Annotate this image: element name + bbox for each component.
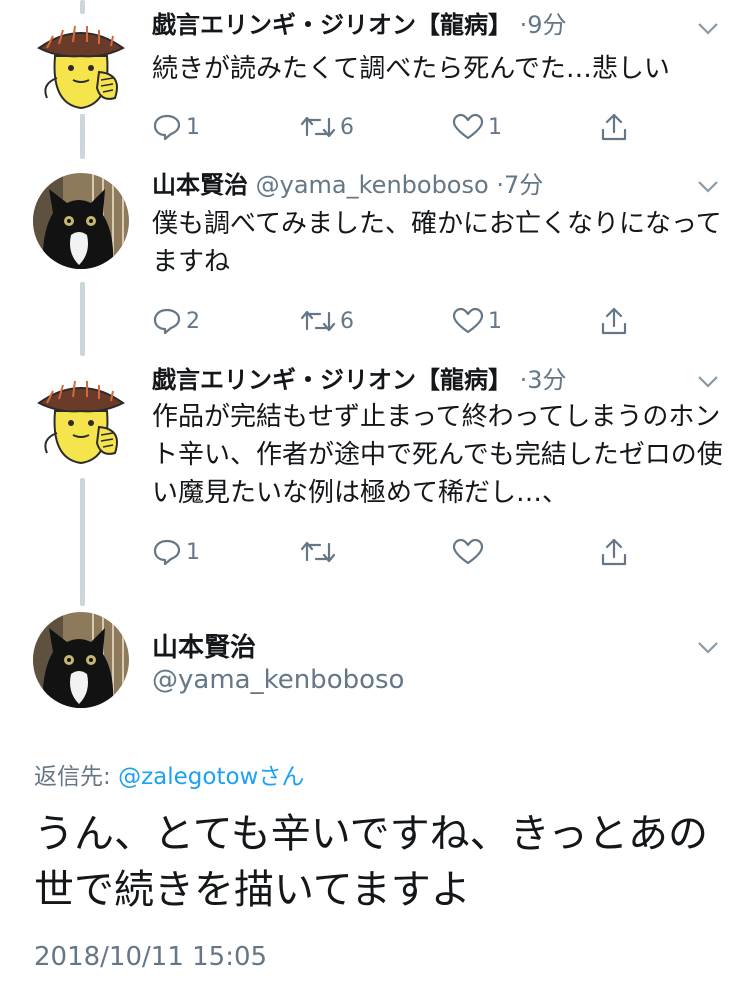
tweet-header: 戯言エリンギ・ジリオン【龍病】 ·3分 <box>152 365 567 395</box>
display-name[interactable]: 山本賢治 <box>152 171 248 199</box>
reply-to-suffix: さん <box>258 764 305 790</box>
tweet-header: 山本賢治 @yama_kenboboso ·7分 <box>152 170 543 200</box>
reply-count: 1 <box>186 539 200 565</box>
retweet-button[interactable]: 6 <box>300 304 354 338</box>
retweet-icon <box>300 310 336 332</box>
reply-count: 2 <box>186 308 200 334</box>
thread-line <box>80 282 85 356</box>
reply-icon <box>153 539 181 566</box>
reply-icon <box>153 308 181 335</box>
retweet-button[interactable] <box>300 535 340 569</box>
retweet-count: 6 <box>340 308 354 334</box>
tweet-text: うん、とても辛いですね、きっとあの世で続きを描いてますよ <box>34 811 708 913</box>
timestamp[interactable]: 9分 <box>527 11 566 39</box>
tweet-text: 作品が完結もせず止まって終わってしまうのホント辛い、作者が途中で死んでも完結した… <box>152 402 723 508</box>
chevron-down-icon[interactable] <box>697 375 719 389</box>
handle[interactable]: @yama_kenboboso <box>256 171 489 199</box>
heart-icon <box>452 307 484 334</box>
display-name[interactable]: 山本賢治 <box>152 627 256 664</box>
reply-to-line: 返信先: @zalegotowさん <box>34 757 304 791</box>
share-icon <box>601 307 627 335</box>
share-button[interactable] <box>600 110 628 144</box>
heart-icon <box>452 538 484 565</box>
avatar[interactable] <box>33 612 129 708</box>
separator: · <box>496 171 504 199</box>
like-button[interactable] <box>452 535 488 569</box>
retweet-count: 6 <box>340 114 354 140</box>
reply-button[interactable]: 1 <box>152 110 200 144</box>
timestamp[interactable]: 3分 <box>527 366 566 394</box>
display-name[interactable]: 戯言エリンギ・ジリオン【龍病】 <box>152 11 512 39</box>
reply-button[interactable]: 2 <box>152 304 200 338</box>
display-name[interactable]: 戯言エリンギ・ジリオン【龍病】 <box>152 366 512 394</box>
like-count: 1 <box>488 114 502 140</box>
avatar[interactable] <box>33 173 129 269</box>
tweet-timestamp: 2018/10/11 15:05 <box>34 942 268 972</box>
reply-button[interactable]: 1 <box>152 535 200 569</box>
reply-icon <box>153 114 181 141</box>
thread-line <box>80 113 85 159</box>
share-icon <box>601 538 627 566</box>
mushroom-character-icon <box>33 18 129 114</box>
retweet-icon <box>300 116 336 138</box>
timestamp[interactable]: 7分 <box>504 171 543 199</box>
black-cat-icon <box>33 173 129 269</box>
share-button[interactable] <box>600 304 628 338</box>
like-button[interactable]: 1 <box>452 304 502 338</box>
retweet-icon <box>300 541 336 563</box>
share-button[interactable] <box>600 535 628 569</box>
chevron-down-icon[interactable] <box>697 180 719 194</box>
avatar[interactable] <box>33 18 129 114</box>
thread-line <box>80 0 85 14</box>
retweet-button[interactable]: 6 <box>300 110 354 144</box>
thread-line <box>80 478 85 606</box>
black-cat-icon <box>33 612 129 708</box>
reply-to-label: 返信先: <box>34 764 119 790</box>
mushroom-character-icon <box>33 373 129 469</box>
avatar[interactable] <box>33 373 129 469</box>
tweet-text: 続きが読みたくて調べたら死んでた…悲しい <box>152 54 670 84</box>
like-count: 1 <box>488 308 502 334</box>
reply-count: 1 <box>186 114 200 140</box>
chevron-down-icon[interactable] <box>697 641 719 655</box>
chevron-down-icon[interactable] <box>697 22 719 36</box>
handle[interactable]: @yama_kenboboso <box>152 665 404 695</box>
share-icon <box>601 113 627 141</box>
tweet-header: 戯言エリンギ・ジリオン【龍病】 ·9分 <box>152 10 567 40</box>
heart-icon <box>452 113 484 140</box>
reply-to-mention[interactable]: @zalegotow <box>118 764 258 790</box>
like-button[interactable]: 1 <box>452 110 502 144</box>
tweet-text: 僕も調べてみました、確かにお亡くなりになってますね <box>152 209 722 277</box>
